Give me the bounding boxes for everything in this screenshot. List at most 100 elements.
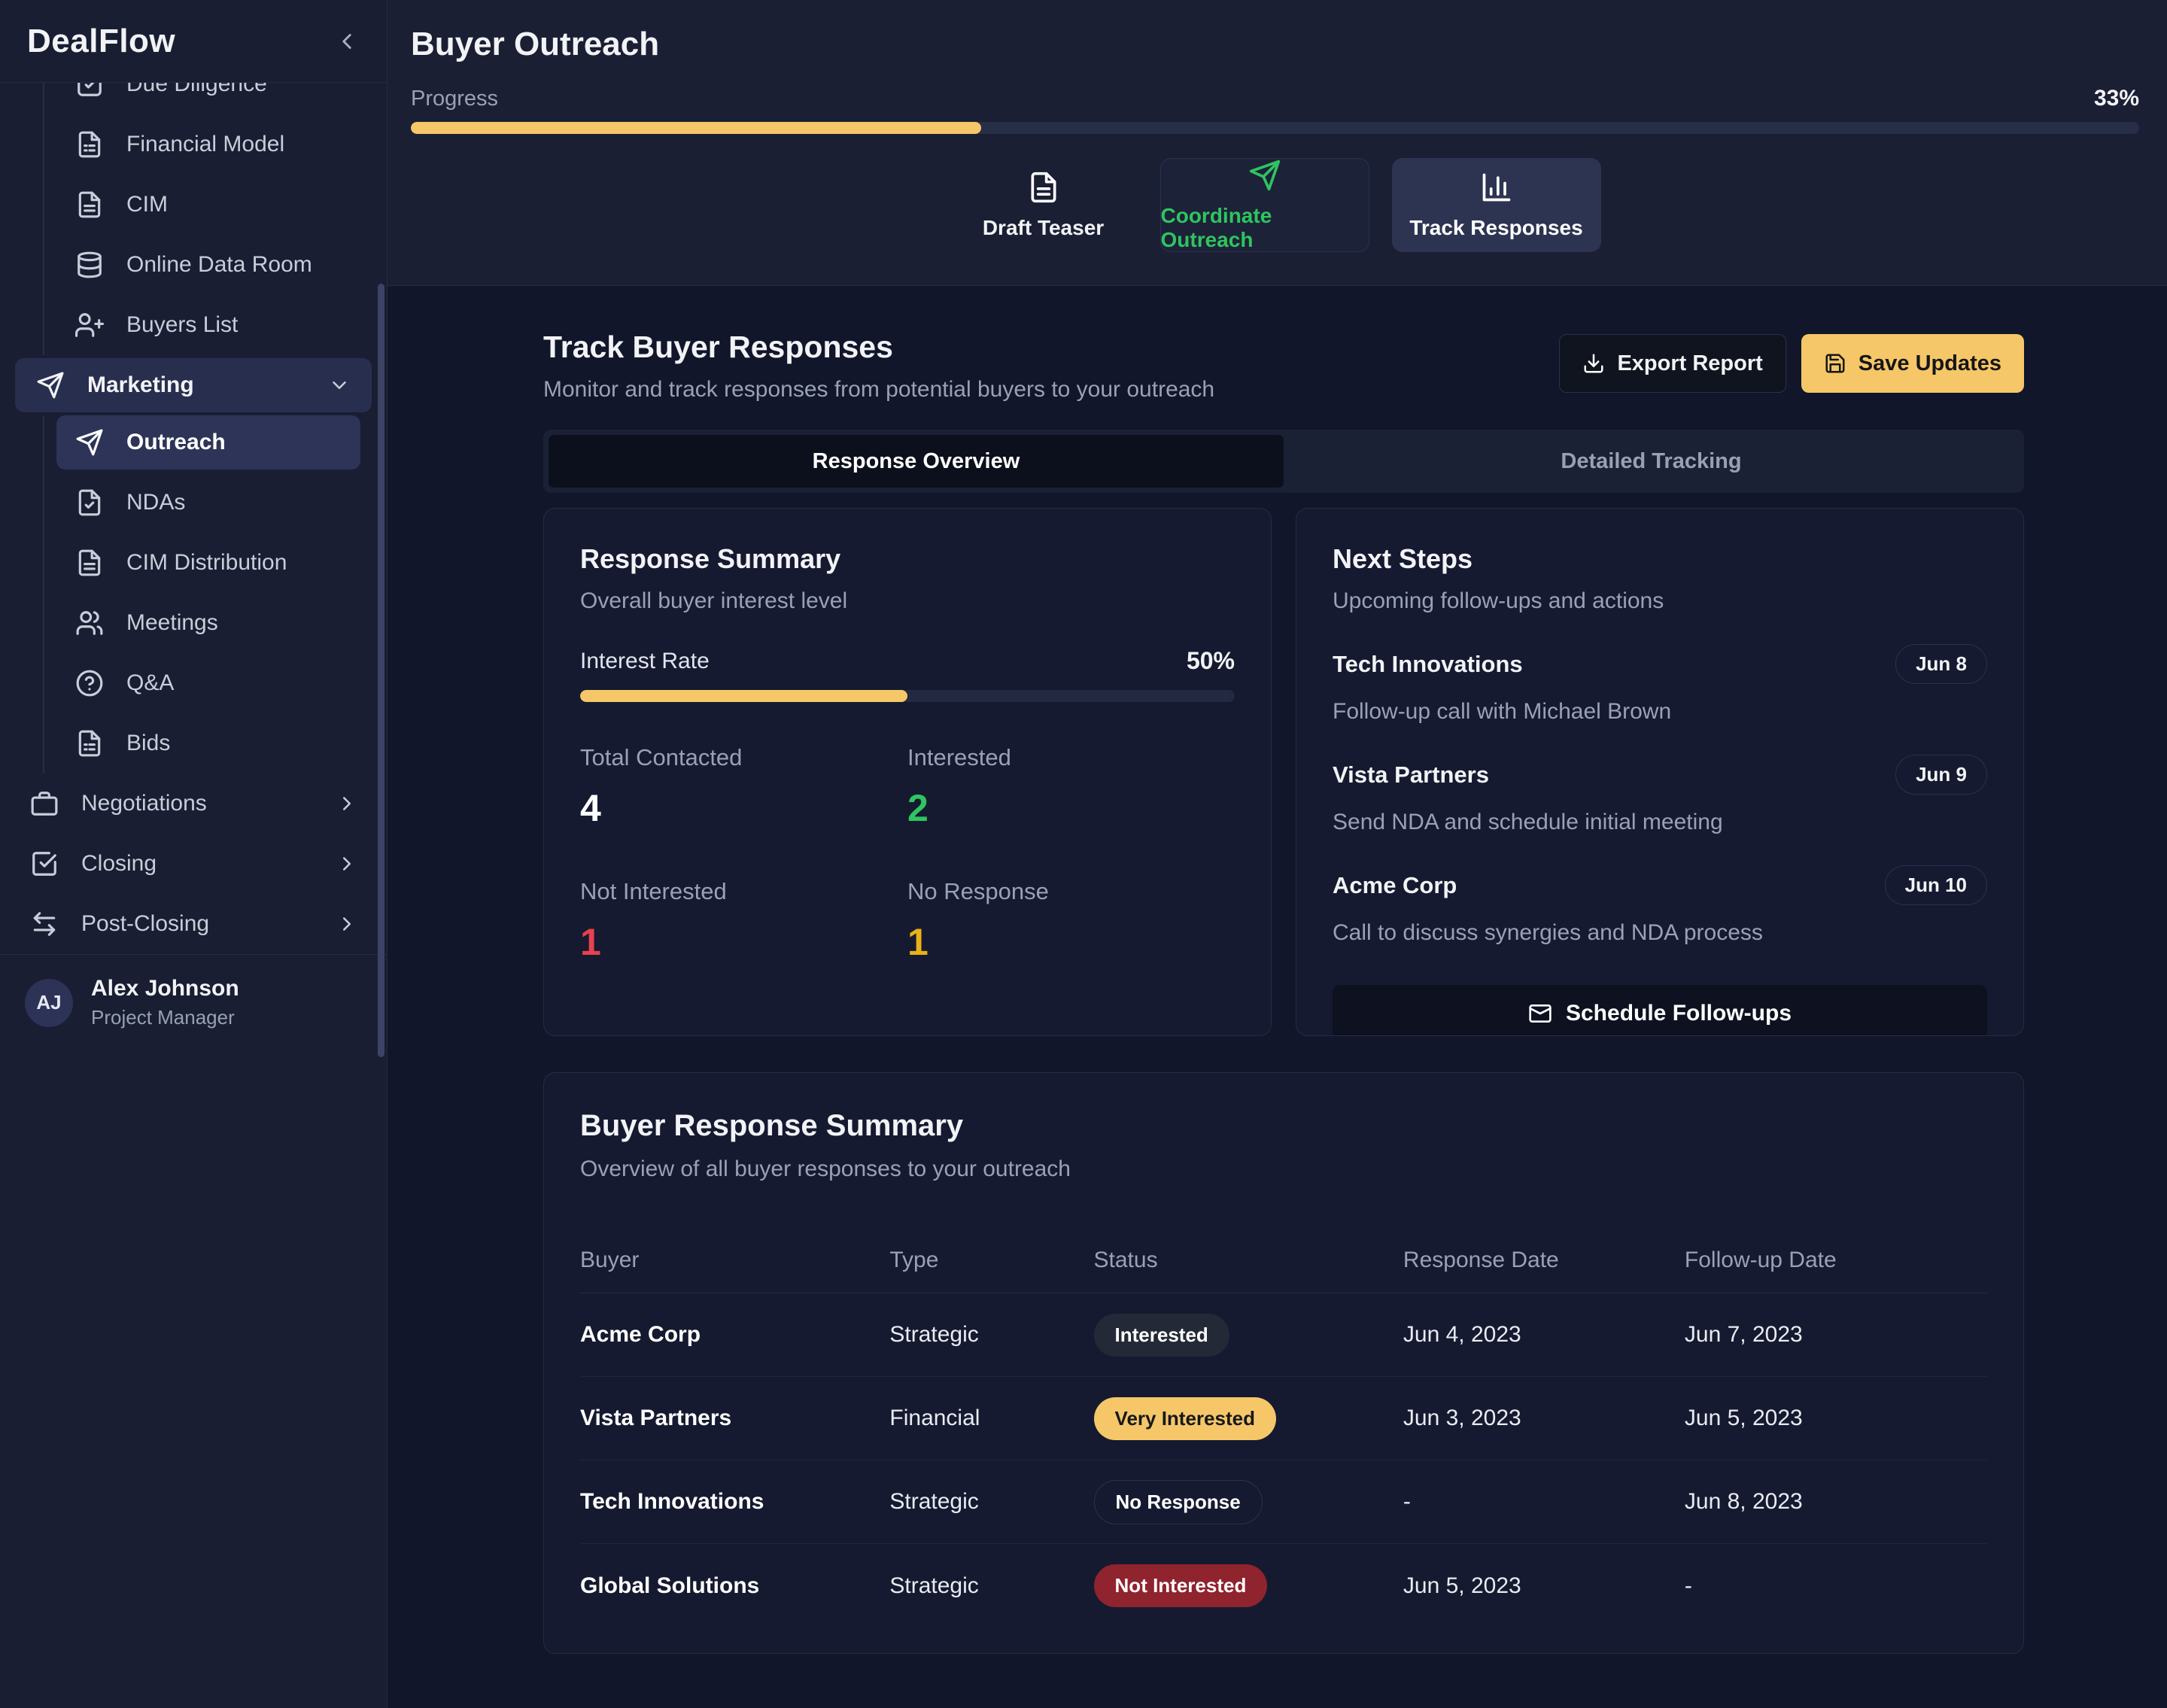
cell-buyer: Tech Innovations <box>580 1489 889 1515</box>
sidebar-item-outreach[interactable]: Outreach <box>56 415 360 470</box>
chevron-right-icon <box>336 852 358 875</box>
table-row: Tech Innovations Strategic No Response -… <box>580 1460 1987 1544</box>
sidebar-item-label: Online Data Room <box>126 252 312 278</box>
progress-value: 33% <box>2094 86 2139 111</box>
chevron-right-icon <box>336 913 358 935</box>
stat-interested: Interested 2 <box>907 744 1235 830</box>
cell-response-date: Jun 3, 2023 <box>1403 1406 1685 1431</box>
sidebar-item-bids[interactable]: Bids <box>44 713 387 773</box>
sidebar: DealFlow Due Diligence Financial Model <box>0 0 388 1708</box>
next-step-description: Call to discuss synergies and NDA proces… <box>1333 920 1987 946</box>
next-step-date-badge: Jun 8 <box>1895 644 1987 684</box>
cell-followup-date: Jun 7, 2023 <box>1685 1322 1987 1348</box>
stat-value: 4 <box>580 786 907 830</box>
app-title: DealFlow <box>27 23 175 60</box>
step-label: Track Responses <box>1409 216 1582 240</box>
stat-no-response: No Response 1 <box>907 878 1235 964</box>
export-report-button[interactable]: Export Report <box>1559 334 1786 393</box>
column-header: Follow-up Date <box>1685 1248 1987 1273</box>
save-updates-button[interactable]: Save Updates <box>1801 334 2024 393</box>
sidebar-item-closing[interactable]: Closing <box>0 834 387 894</box>
sidebar-user[interactable]: AJ Alex Johnson Project Manager <box>0 954 387 1050</box>
next-steps-card: Next Steps Upcoming follow-ups and actio… <box>1296 508 2024 1036</box>
export-report-label: Export Report <box>1617 351 1762 376</box>
sidebar-item-label: Q&A <box>126 670 174 696</box>
user-name: Alex Johnson <box>91 976 239 1001</box>
step-track-responses[interactable]: Track Responses <box>1392 158 1601 252</box>
sidebar-item-ndas[interactable]: NDAs <box>44 473 387 533</box>
progress-bar-fill <box>411 122 981 134</box>
check-square-icon <box>30 849 59 878</box>
sidebar-item-online-data-room[interactable]: Online Data Room <box>44 235 387 295</box>
sidebar-item-label: Financial Model <box>126 132 284 157</box>
step-coordinate-outreach[interactable]: Coordinate Outreach <box>1160 158 1369 252</box>
tab-bar: Response Overview Detailed Tracking <box>543 430 2024 493</box>
tab-detailed-tracking[interactable]: Detailed Tracking <box>1284 435 2019 488</box>
sidebar-item-label: CIM <box>126 192 168 217</box>
next-step-description: Send NDA and schedule initial meeting <box>1333 810 1987 835</box>
cell-type: Strategic <box>889 1322 1093 1348</box>
file-text-icon <box>1027 171 1060 204</box>
chevron-right-icon <box>336 792 358 815</box>
sidebar-item-label: Buyers List <box>126 312 238 338</box>
next-step-company: Vista Partners <box>1333 761 1489 789</box>
card-subtitle: Upcoming follow-ups and actions <box>1333 588 1987 614</box>
main-area: Buyer Outreach Progress 33% Draft Teaser… <box>388 0 2167 1708</box>
stat-total-contacted: Total Contacted 4 <box>580 744 907 830</box>
sidebar-item-cim[interactable]: CIM <box>44 175 387 235</box>
section-subtitle: Monitor and track responses from potenti… <box>543 377 1214 403</box>
database-icon <box>75 251 104 279</box>
sidebar-item-post-closing[interactable]: Post-Closing <box>0 894 387 954</box>
save-icon <box>1824 352 1846 375</box>
table-row: Vista Partners Financial Very Interested… <box>580 1377 1987 1460</box>
sidebar-item-meetings[interactable]: Meetings <box>44 593 387 653</box>
file-lines-icon <box>75 729 104 758</box>
send-icon <box>75 428 104 457</box>
interest-rate-value: 50% <box>1187 647 1235 675</box>
sidebar-item-due-diligence[interactable]: Due Diligence <box>44 83 387 114</box>
sidebar-collapse-button[interactable] <box>334 29 360 54</box>
stat-value: 1 <box>907 920 1235 964</box>
send-icon <box>36 371 65 400</box>
progress-label: Progress <box>411 87 498 111</box>
interest-rate-bar-fill <box>580 690 907 702</box>
cell-response-date: Jun 4, 2023 <box>1403 1322 1685 1348</box>
sidebar-item-qa[interactable]: Q&A <box>44 653 387 713</box>
sidebar-scrollbar[interactable] <box>378 284 384 1057</box>
stat-value: 2 <box>907 786 1235 830</box>
workflow-steps: Draft Teaser Coordinate Outreach Track R… <box>411 158 2139 252</box>
cell-response-date: Jun 5, 2023 <box>1403 1573 1685 1599</box>
cell-followup-date: Jun 8, 2023 <box>1685 1489 1987 1515</box>
avatar: AJ <box>25 979 73 1027</box>
content-panel: Track Buyer Responses Monitor and track … <box>388 285 2167 1708</box>
cell-type: Strategic <box>889 1573 1093 1599</box>
cell-buyer: Global Solutions <box>580 1573 889 1599</box>
step-draft-teaser[interactable]: Draft Teaser <box>950 158 1138 252</box>
sidebar-item-financial-model[interactable]: Financial Model <box>44 114 387 175</box>
cell-followup-date: - <box>1685 1573 1987 1599</box>
sidebar-item-marketing[interactable]: Marketing <box>15 358 372 412</box>
users-icon <box>75 609 104 637</box>
app-root: DealFlow Due Diligence Financial Model <box>0 0 2167 1708</box>
cell-followup-date: Jun 5, 2023 <box>1685 1406 1987 1431</box>
tab-response-overview[interactable]: Response Overview <box>549 435 1284 488</box>
sidebar-item-negotiations[interactable]: Negotiations <box>0 773 387 834</box>
buyer-response-summary-card: Buyer Response Summary Overview of all b… <box>543 1072 2024 1654</box>
table-row: Acme Corp Strategic Interested Jun 4, 20… <box>580 1293 1987 1377</box>
interest-rate-label: Interest Rate <box>580 649 710 674</box>
schedule-followups-button[interactable]: Schedule Follow-ups <box>1333 985 1987 1036</box>
cell-buyer: Vista Partners <box>580 1406 889 1431</box>
sidebar-item-label: Meetings <box>126 610 218 636</box>
sidebar-item-label: NDAs <box>126 490 185 515</box>
cell-type: Strategic <box>889 1489 1093 1515</box>
status-badge: Not Interested <box>1094 1564 1268 1607</box>
table-subtitle: Overview of all buyer responses to your … <box>580 1156 1987 1182</box>
file-check-icon <box>75 488 104 517</box>
sidebar-item-buyers-list[interactable]: Buyers List <box>44 295 387 355</box>
column-header: Type <box>889 1248 1093 1273</box>
next-step-company: Tech Innovations <box>1333 651 1523 678</box>
sidebar-item-cim-distribution[interactable]: CIM Distribution <box>44 533 387 593</box>
file-text-icon <box>75 190 104 219</box>
next-step-date-badge: Jun 9 <box>1895 755 1987 795</box>
schedule-followups-label: Schedule Follow-ups <box>1566 1001 1792 1026</box>
